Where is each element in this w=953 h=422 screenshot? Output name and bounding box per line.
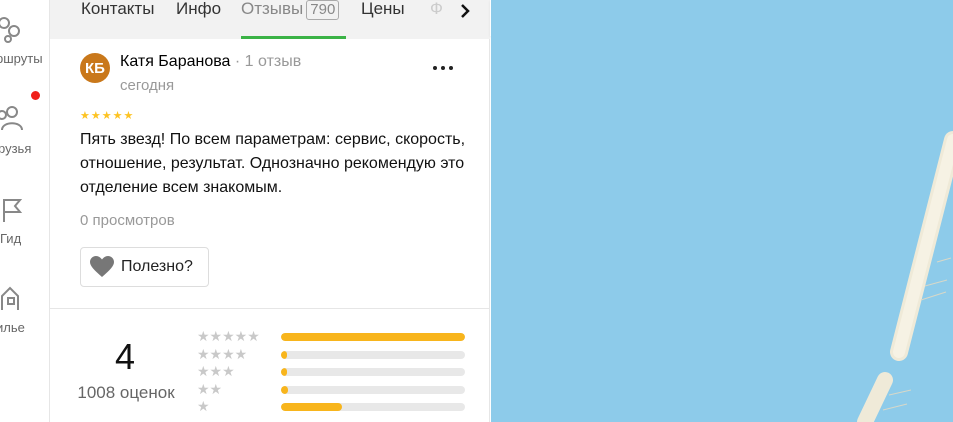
rating-score: 4 (114, 336, 136, 377)
tab-contacts[interactable]: Контакты (81, 0, 154, 20)
reviews-count-badge: 790 (306, 0, 340, 20)
rating-row-bar (281, 385, 465, 394)
rating-row-bar (281, 350, 465, 359)
rating-row-1: ★ (197, 398, 467, 416)
rating-row-bar (281, 368, 465, 376)
org-panel: Контакты Инфо Отзывы 790 Цены Ф КБ Катя Б… (50, 0, 490, 422)
rating-row-bar-fill (281, 385, 289, 394)
review-stars: ★★★★★ (80, 110, 135, 122)
rating-row-bar-fill (281, 350, 287, 359)
housing-icon (1, 286, 19, 310)
rating-row-bar (281, 403, 465, 411)
rating-row-stars: ★★★ (197, 363, 235, 379)
rating-row-stars: ★ (197, 398, 210, 414)
active-tab-indicator (241, 36, 346, 39)
author-name[interactable]: Катя Баранова (120, 53, 230, 70)
route-icon (0, 17, 20, 43)
left-rail: ршруты рузья Гид илье (0, 0, 50, 422)
chevron-right-icon (461, 4, 470, 18)
rating-row-bar-fill (281, 333, 465, 341)
rating-row-bar-fill (281, 368, 287, 376)
tab-info[interactable]: Инфо (176, 0, 221, 20)
guide-flag-icon (3, 199, 23, 222)
tab-photos[interactable]: Ф (430, 0, 443, 20)
rail-item-housing[interactable]: илье (0, 284, 49, 354)
map-view[interactable] (491, 0, 953, 422)
rating-row-2: ★★ (197, 381, 467, 399)
review-views: 0 просмотров (80, 212, 175, 229)
map-pier-shapes (857, 131, 953, 422)
rail-label-routes: ршруты (0, 51, 43, 66)
author-review-count: · 1 отзыв (234, 53, 302, 70)
rail-item-friends[interactable]: рузья (0, 105, 49, 175)
rating-row-4: ★★★★ (197, 346, 467, 364)
useful-label: Полезно? (121, 258, 193, 275)
rating-row-stars: ★★★★★ (197, 328, 260, 344)
tab-bar: Контакты Инфо Отзывы 790 Цены Ф (50, 0, 490, 39)
rating-row-3: ★★★ (197, 363, 467, 381)
rating-count: 1008 оценок (77, 383, 175, 402)
rating-row-stars: ★★ (197, 380, 223, 397)
tab-reviews[interactable]: Отзывы 790 (241, 0, 340, 20)
notification-dot (31, 91, 40, 100)
rail-item-routes[interactable]: ршруты (0, 15, 49, 85)
rail-label-housing: илье (0, 320, 25, 335)
rating-row-stars: ★★★★ (197, 345, 248, 362)
review-text: Пять звезд! По всем параметрам: сервис, … (80, 131, 466, 196)
review-date: сегодня (120, 77, 175, 94)
section-divider (50, 308, 490, 309)
tab-prices[interactable]: Цены (361, 0, 405, 20)
author-avatar[interactable]: КБ (80, 53, 110, 83)
rating-row-bar (281, 333, 465, 341)
more-dots-icon (433, 66, 453, 70)
author-line: Катя Баранова · 1 отзыв (120, 53, 301, 71)
rail-label-guide: Гид (0, 231, 22, 246)
heart-icon (90, 256, 114, 277)
rail-item-guide[interactable]: Гид (0, 195, 49, 265)
more-options-button[interactable] (428, 55, 458, 81)
rating-row-bar-fill (281, 403, 342, 411)
tabs-scroll-right-button[interactable] (450, 0, 480, 22)
useful-button[interactable]: Полезно? (80, 247, 209, 287)
rail-label-friends: рузья (0, 141, 32, 156)
rating-row-5: ★★★★★ (197, 328, 467, 346)
tab-reviews-label: Отзывы (241, 0, 304, 18)
friends-icon (0, 106, 23, 131)
